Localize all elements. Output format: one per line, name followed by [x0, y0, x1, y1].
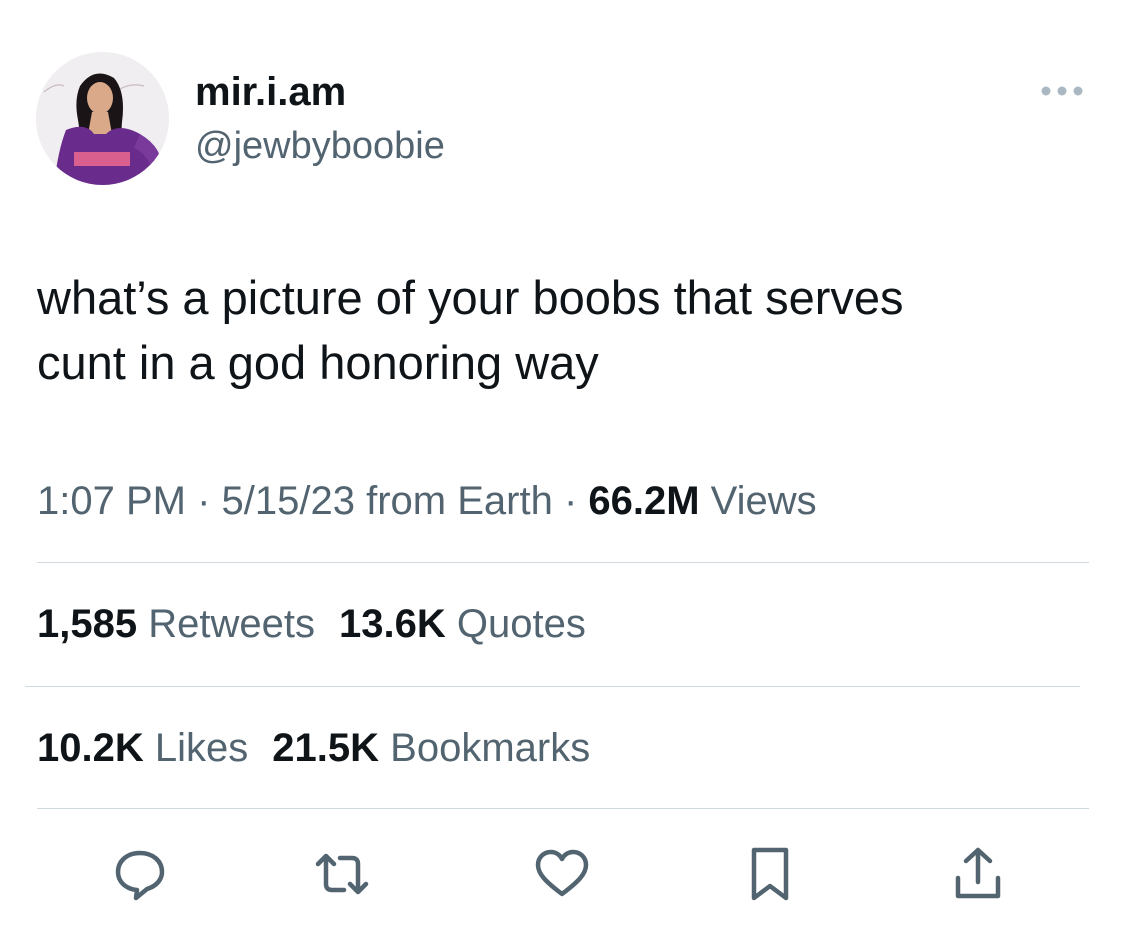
stats-row-engagement: 10.2K Likes 21.5K Bookmarks [37, 723, 614, 773]
views-count: 66.2M [588, 479, 700, 523]
reply-icon [115, 850, 165, 901]
retweet-button[interactable] [310, 842, 374, 906]
like-button[interactable] [530, 842, 594, 906]
stats-row-reposts: 1,585 Retweets 13.6K Quotes [37, 599, 610, 649]
retweets-count: 1,585 [37, 602, 138, 646]
quotes-label: Quotes [456, 602, 586, 646]
likes-label: Likes [154, 726, 249, 770]
divider [37, 562, 1089, 563]
tweet-text-line: what’s a picture of your boobs that serv… [37, 271, 904, 324]
bookmarks-label: Bookmarks [390, 726, 591, 770]
divider [25, 686, 1080, 687]
display-name[interactable]: mir.i.am [195, 70, 346, 114]
likes-count: 10.2K [37, 726, 144, 770]
action-bar [0, 842, 1125, 906]
views-label: Views [710, 479, 817, 523]
tweet-source: from Earth [366, 479, 553, 523]
retweets-stat[interactable]: 1,585 Retweets [37, 602, 315, 646]
share-button[interactable] [946, 842, 1010, 906]
user-handle[interactable]: @jewbyboobie [195, 124, 445, 168]
retweet-icon [315, 853, 369, 895]
tweet-text: what’s a picture of your boobs that serv… [37, 265, 1077, 395]
divider [37, 808, 1089, 809]
tweet-text-line: cunt in a god honoring way [37, 336, 599, 389]
avatar[interactable] [36, 52, 169, 185]
bookmark-button[interactable] [738, 842, 802, 906]
more-icon [1041, 86, 1083, 96]
like-icon [535, 849, 589, 897]
bookmark-icon [751, 847, 789, 901]
profile-photo-icon [36, 52, 169, 185]
more-options-button[interactable] [1032, 76, 1092, 106]
tweet-date[interactable]: 5/15/23 [222, 479, 355, 523]
retweets-label: Retweets [148, 602, 315, 646]
meta-separator: · [185, 479, 222, 523]
quotes-stat[interactable]: 13.6K Quotes [339, 602, 586, 646]
quotes-count: 13.6K [338, 602, 446, 646]
reply-button[interactable] [108, 842, 172, 906]
meta-separator: · [552, 479, 589, 523]
bookmarks-count: 21.5K [272, 726, 380, 770]
tweet-meta: 1:07 PM · 5/15/23 from Earth · 66.2M Vie… [37, 476, 817, 526]
bookmarks-stat[interactable]: 21.5K Bookmarks [272, 726, 590, 770]
tweet-time[interactable]: 1:07 PM [37, 479, 186, 523]
likes-stat[interactable]: 10.2K Likes [37, 726, 248, 770]
share-icon [955, 847, 1001, 899]
